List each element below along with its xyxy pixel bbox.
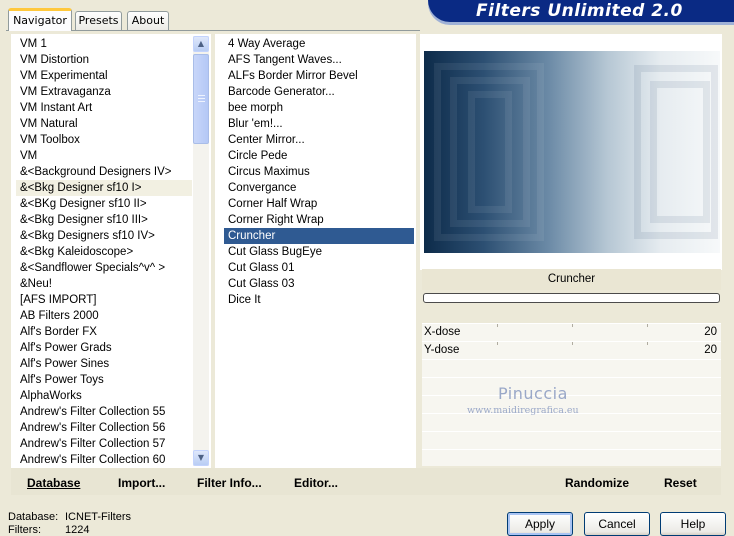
- randomize-link-label: Randomize: [565, 476, 630, 490]
- param-label: Y-dose: [424, 344, 460, 356]
- category-list-item[interactable]: [AFS IMPORT]: [16, 292, 192, 308]
- category-list-item[interactable]: Alf's Power Toys: [16, 372, 192, 388]
- database-status-label: Database:: [8, 511, 59, 523]
- tab-navigator[interactable]: Navigator: [8, 8, 72, 31]
- category-list-item[interactable]: &<Bkg Designer sf10 I>: [16, 180, 192, 196]
- database-link[interactable]: Database: [27, 476, 80, 490]
- param-row-empty: [422, 431, 721, 449]
- category-list-item[interactable]: AlphaWorks: [16, 388, 192, 404]
- editor-link-label: Editor...: [294, 476, 339, 490]
- filter-list-item[interactable]: Corner Half Wrap: [224, 196, 414, 212]
- category-list-item[interactable]: AB Filters 2000: [16, 308, 192, 324]
- filter-list-item[interactable]: Barcode Generator...: [224, 84, 414, 100]
- database-link-label: Database: [27, 476, 81, 490]
- category-list-item[interactable]: &<Bkg Designer sf10 III>: [16, 212, 192, 228]
- filter-list-item[interactable]: Cruncher: [224, 228, 414, 244]
- filter-info-link[interactable]: Filter Info...: [197, 476, 262, 490]
- category-list-item[interactable]: &<Bkg Kaleidoscope>: [16, 244, 192, 260]
- app-title: Filters Unlimited 2.0: [476, 1, 683, 21]
- param-row-x-dose[interactable]: X-dose 20: [422, 323, 721, 341]
- filter-list-item[interactable]: Circle Pede: [224, 148, 414, 164]
- param-value: 20: [704, 344, 717, 356]
- category-list[interactable]: VM 1 VM Distortion VM Experimental VM Extra…: [16, 36, 192, 466]
- category-list-item[interactable]: Andrew's Filter Collection 60: [16, 452, 192, 466]
- preview-image: [424, 51, 720, 253]
- category-list-item[interactable]: &<BKg Designer sf10 II>: [16, 196, 192, 212]
- scroll-thumb[interactable]: [193, 54, 209, 144]
- param-row-empty: [422, 359, 721, 377]
- category-list-item[interactable]: Alf's Power Sines: [16, 356, 192, 372]
- filter-list-item[interactable]: Cut Glass 01: [224, 260, 414, 276]
- filter-list-item[interactable]: AFS Tangent Waves...: [224, 52, 414, 68]
- editor-link[interactable]: Editor...: [294, 476, 338, 490]
- scroll-up-button[interactable]: ▲: [193, 36, 209, 52]
- tab-presets[interactable]: Presets: [75, 11, 122, 30]
- tab-about[interactable]: About: [127, 11, 169, 30]
- param-row-y-dose[interactable]: Y-dose 20: [422, 341, 721, 359]
- filter-list-item[interactable]: Cut Glass 03: [224, 276, 414, 292]
- watermark-name: Pinuccia: [498, 384, 568, 403]
- param-label: X-dose: [424, 326, 461, 338]
- randomize-link[interactable]: Randomize: [565, 476, 629, 490]
- category-list-item[interactable]: &Neu!: [16, 276, 192, 292]
- category-list-item[interactable]: &<Sandflower Specials^v^ >: [16, 260, 192, 276]
- watermark-url: www.maidiregrafica.eu: [467, 405, 579, 416]
- category-list-item[interactable]: Andrew's Filter Collection 56: [16, 420, 192, 436]
- filter-list-item[interactable]: Dice It: [224, 292, 414, 308]
- help-button[interactable]: Help: [660, 512, 726, 536]
- category-list-item[interactable]: VM Instant Art: [16, 100, 192, 116]
- filter-list-item[interactable]: Cut Glass BugEye: [224, 244, 414, 260]
- category-list-item[interactable]: Alf's Power Grads: [16, 340, 192, 356]
- reset-link[interactable]: Reset: [664, 476, 697, 490]
- filters-count-label: Filters:: [8, 524, 41, 536]
- selected-filter-name: Cruncher: [422, 269, 721, 290]
- filter-list-item[interactable]: bee morph: [224, 100, 414, 116]
- filter-list-item[interactable]: Corner Right Wrap: [224, 212, 414, 228]
- filter-list-item[interactable]: 4 Way Average: [224, 36, 414, 52]
- category-list-item[interactable]: VM Distortion: [16, 52, 192, 68]
- reset-link-label: Reset: [664, 476, 697, 490]
- category-list-item[interactable]: VM Experimental: [16, 68, 192, 84]
- param-row-empty: [422, 449, 721, 466]
- category-list-item[interactable]: Andrew's Filter Collection 55: [16, 404, 192, 420]
- category-list-item[interactable]: Alf's Border FX: [16, 324, 192, 340]
- category-list-item[interactable]: VM Natural: [16, 116, 192, 132]
- filter-list-item[interactable]: Convergance: [224, 180, 414, 196]
- filter-info-link-label: Filter Info...: [197, 476, 262, 490]
- category-list-item[interactable]: &<Bkg Designers sf10 IV>: [16, 228, 192, 244]
- param-value: 20: [704, 326, 717, 338]
- category-list-item[interactable]: VM: [16, 148, 192, 164]
- import-link[interactable]: Import...: [118, 476, 165, 490]
- apply-button[interactable]: Apply: [507, 512, 573, 536]
- filter-list-item[interactable]: Center Mirror...: [224, 132, 414, 148]
- filters-count-value: 1224: [65, 524, 90, 536]
- database-status-value: ICNET-Filters: [65, 511, 131, 523]
- filter-list-item[interactable]: ALFs Border Mirror Bevel: [224, 68, 414, 84]
- category-list-item[interactable]: VM Extravaganza: [16, 84, 192, 100]
- progress-bar: [423, 293, 720, 303]
- cancel-button[interactable]: Cancel: [584, 512, 650, 536]
- param-row-empty: [422, 377, 721, 395]
- category-list-item[interactable]: Andrew's Filter Collection 57: [16, 436, 192, 452]
- scroll-down-button[interactable]: ▼: [193, 450, 209, 466]
- filter-list-item[interactable]: Blur 'em!...: [224, 116, 414, 132]
- category-list-item[interactable]: VM 1: [16, 36, 192, 52]
- filter-list[interactable]: 4 Way Average AFS Tangent Waves... ALFs Bo…: [224, 36, 414, 466]
- parameter-area: X-dose 20 Y-dose 20: [422, 323, 721, 466]
- filter-list-item[interactable]: Circus Maximus: [224, 164, 414, 180]
- category-scrollbar[interactable]: ▲ ▼: [193, 36, 209, 466]
- import-link-label: Import...: [118, 476, 166, 490]
- category-list-item[interactable]: &<Background Designers IV>: [16, 164, 192, 180]
- category-list-item[interactable]: VM Toolbox: [16, 132, 192, 148]
